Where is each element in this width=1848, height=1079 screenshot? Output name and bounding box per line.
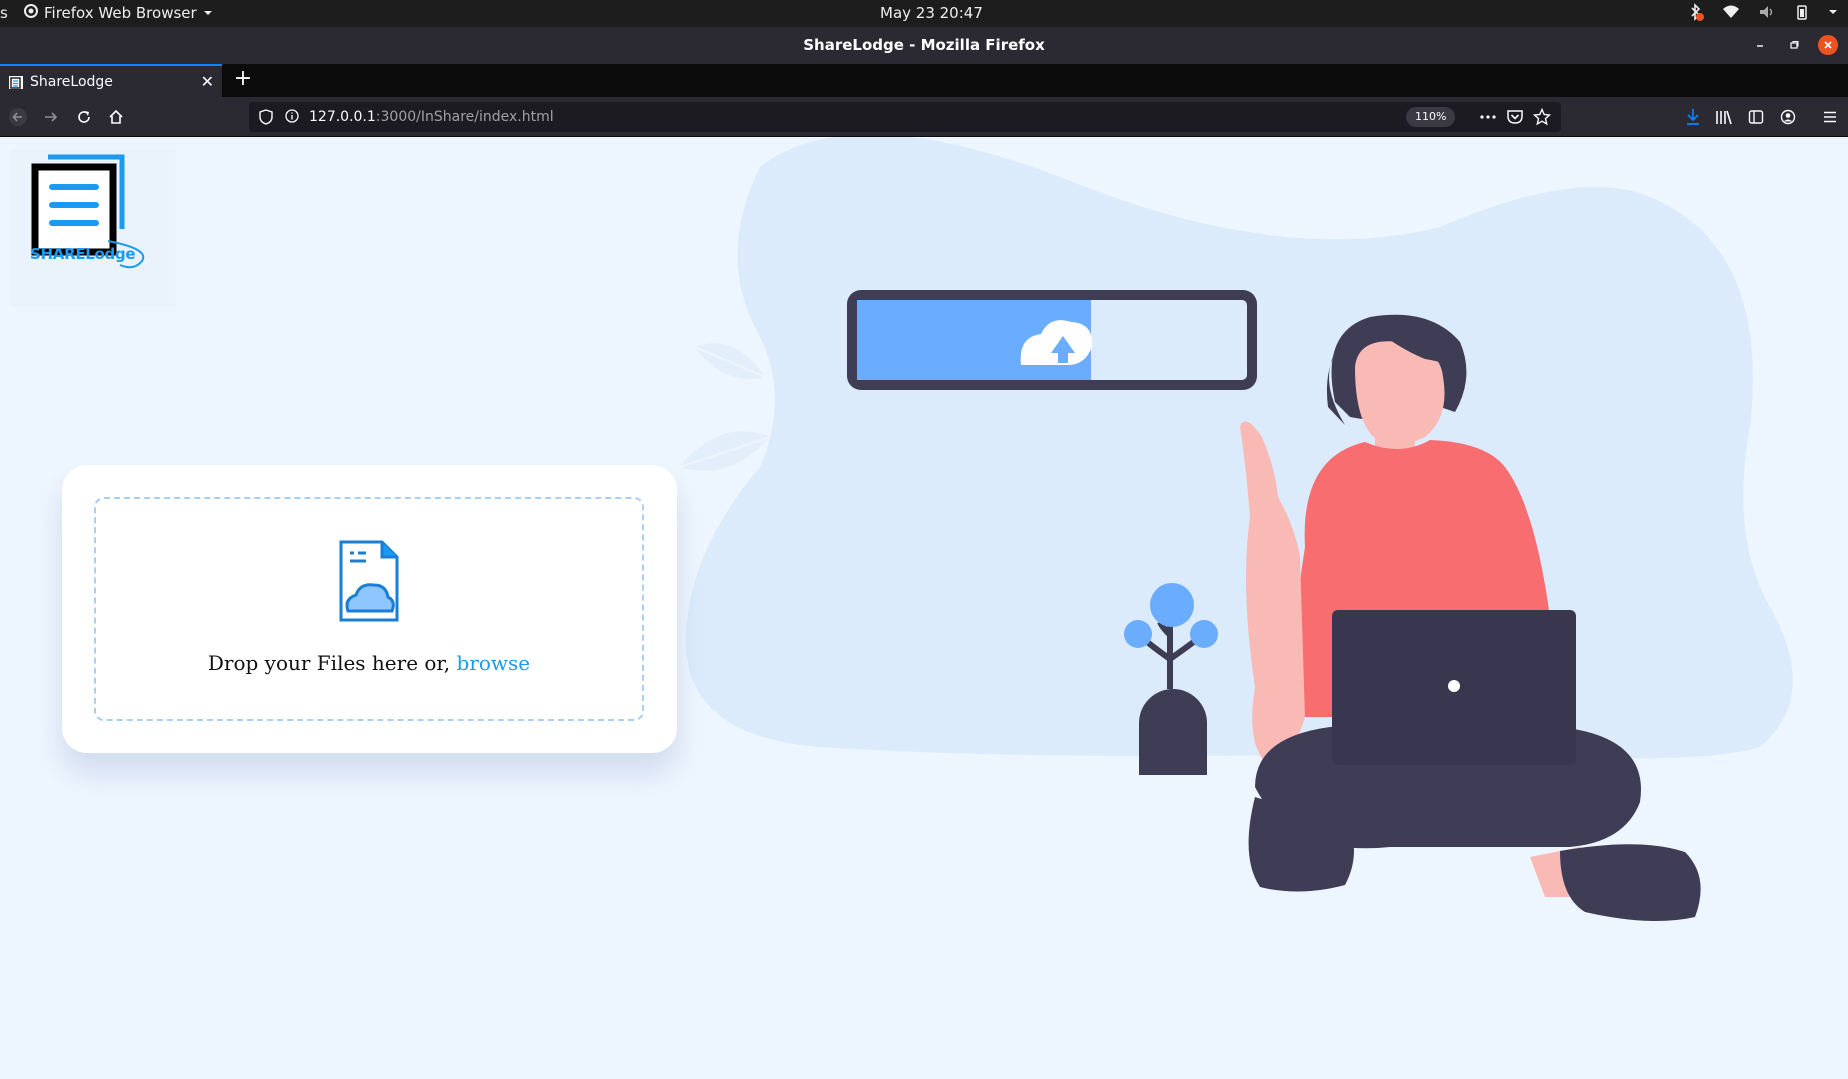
app-menu[interactable]: Firefox Web Browser [24,4,213,22]
hamburger-menu-icon [1824,111,1836,123]
library-icon [1716,110,1732,125]
window-title-bar: ShareLodge - Mozilla Firefox [0,27,1848,64]
browse-link[interactable]: browse [457,651,531,675]
download-arrow-icon [1687,109,1699,125]
downloads-button[interactable] [1679,103,1707,131]
minimize-button[interactable] [1750,35,1770,55]
bluetooth-icon[interactable] [1688,3,1704,21]
back-button[interactable] [4,103,32,131]
forward-button[interactable] [37,103,65,131]
system-menu-chevron-icon[interactable] [1828,7,1838,17]
leaf-decoration-1 [694,343,766,379]
tracking-shield-icon[interactable] [259,109,273,129]
site-info-icon[interactable] [285,109,299,127]
sharelodge-favicon-icon [8,74,24,90]
upload-progress-bar [847,290,1257,390]
account-icon [1780,109,1796,125]
restore-button[interactable] [1784,35,1804,55]
firefox-icon [24,4,38,22]
leaf-decoration-2 [679,431,771,471]
page-actions-menu-icon[interactable] [1479,109,1497,129]
back-arrow-icon [9,108,27,126]
close-window-button[interactable] [1818,35,1838,55]
file-drop-zone[interactable]: Drop your Files here or, browse [94,497,644,721]
upload-card: Drop your Files here or, browse [62,465,677,753]
sidebar-icon [1748,110,1764,124]
app-menu-label: Firefox Web Browser [44,4,197,22]
url-path: :3000/InShare/index.html [375,109,554,125]
library-button[interactable] [1710,103,1738,131]
page-content: SHARELodge Drop your Files here or, brow… [0,137,1848,1079]
tab-strip: ShareLodge ✕ + [0,64,1848,97]
activities-button[interactable]: s [0,4,8,22]
volume-icon[interactable] [1758,4,1776,20]
zoom-level-button[interactable]: 110% [1406,107,1456,127]
system-tray[interactable] [1688,3,1838,21]
tab-label: ShareLodge [30,73,113,90]
wifi-icon[interactable] [1722,4,1740,20]
bookmark-star-icon[interactable] [1532,107,1552,130]
url-host: 127.0.0.1 [309,109,376,125]
navigation-toolbar: 127.0.0.1:3000/InShare/index.html 110% [0,97,1848,137]
close-tab-icon[interactable]: ✕ [201,72,214,91]
forward-arrow-icon [45,112,58,122]
home-button[interactable] [102,103,130,131]
reload-icon [78,111,90,123]
chevron-down-icon [203,4,213,22]
window-title: ShareLodge - Mozilla Firefox [803,36,1045,54]
file-cloud-icon [338,539,400,627]
system-top-bar: s Firefox Web Browser May 23 20:47 [0,0,1848,27]
background-blob [685,137,1793,759]
reload-button[interactable] [70,103,98,131]
clock[interactable]: May 23 20:47 [880,4,983,22]
app-menu-button[interactable] [1816,103,1844,131]
url-bar[interactable]: 127.0.0.1:3000/InShare/index.html 110% [249,102,1561,132]
sidebar-button[interactable] [1742,103,1770,131]
tab-sharelodge[interactable]: ShareLodge ✕ [0,64,222,97]
drop-instructions: Drop your Files here or, browse [96,651,642,675]
home-icon [109,109,123,124]
account-button[interactable] [1774,103,1802,131]
pocket-icon[interactable] [1506,108,1524,130]
drop-text-label: Drop your Files here or, [207,651,457,675]
battery-icon[interactable] [1794,4,1810,20]
new-tab-button[interactable]: + [230,67,256,93]
